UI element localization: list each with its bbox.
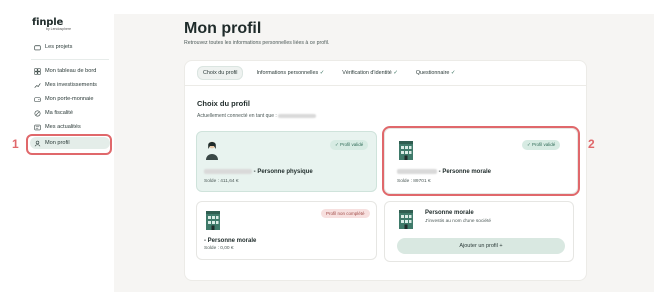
- sidebar-divider: [31, 59, 109, 60]
- sidebar-item-projets[interactable]: Les projets: [30, 41, 110, 53]
- tab-questionnaire[interactable]: Questionnaire ✓: [411, 67, 461, 79]
- page-title: Mon profil: [184, 20, 262, 37]
- add-profile-description: J'investis au nom d'une société: [425, 219, 492, 224]
- sidebar-item-label: Mon tableau de bord: [45, 68, 97, 74]
- building-icon: [204, 210, 222, 235]
- status-badge: Profil non complété: [321, 209, 370, 218]
- tab-label: Vérification d'identité: [342, 70, 392, 76]
- sidebar-item-tableau-de-bord[interactable]: Mon tableau de bord: [30, 65, 110, 77]
- annotation-number-1: 1: [12, 137, 19, 151]
- building-icon: [397, 209, 415, 234]
- add-profile-button[interactable]: Ajouter un profil +: [397, 238, 565, 254]
- logo-subtitle: by Lendosphere: [46, 27, 72, 31]
- profile-name: - Personne physique: [204, 169, 313, 175]
- person-avatar-icon: [204, 140, 220, 165]
- tab-label: Informations personnelles: [256, 70, 319, 76]
- sidebar-item-actualites[interactable]: Mes actualités: [30, 121, 110, 133]
- profile-name: - Personne morale: [204, 238, 257, 244]
- dashboard-icon: [34, 67, 41, 75]
- tabs-divider: [184, 85, 587, 86]
- sidebar-item-porte-monnaie[interactable]: Mon porte-monnaie: [30, 93, 110, 105]
- check-icon: ✓: [319, 70, 325, 76]
- connected-as-text: Actuellement connecté en tant que :: [197, 113, 317, 119]
- profile-balance: Solde : 411,64 €: [204, 179, 239, 184]
- annotation-callout-2: [382, 126, 580, 196]
- chart-icon: [34, 82, 41, 89]
- sidebar-item-label: Ma fiscalité: [45, 110, 73, 116]
- connected-label: Actuellement connecté en tant que :: [197, 113, 277, 119]
- check-icon: ✓: [393, 70, 398, 76]
- sidebar-item-label: Mes actualités: [45, 124, 81, 130]
- annotation-callout-1: [26, 134, 112, 155]
- redacted-name: [204, 169, 252, 174]
- sidebar-item-investissements[interactable]: Mes investissements: [30, 79, 110, 91]
- redacted-name: [278, 113, 317, 118]
- sidebar-item-label: Mes investissements: [45, 82, 97, 88]
- tab-choix-du-profil[interactable]: Choix du profil: [197, 66, 244, 80]
- tab-label: Questionnaire: [415, 70, 450, 76]
- add-profile-title: Personne morale: [425, 210, 474, 216]
- annotation-number-2: 2: [588, 137, 595, 151]
- sidebar-item-label: Les projets: [45, 44, 73, 50]
- wallet-icon: [34, 96, 41, 103]
- tab-verification-identite[interactable]: Vérification d'identité ✓: [337, 67, 403, 79]
- tab-informations-personnelles[interactable]: Informations personnelles ✓: [251, 67, 329, 79]
- section-title: Choix du profil: [197, 99, 250, 108]
- tax-icon: [34, 110, 41, 117]
- check-icon: ✓: [450, 70, 456, 76]
- news-icon: [34, 124, 41, 131]
- tab-label: Choix du profil: [203, 70, 238, 76]
- profile-tabs: Choix du profil Informations personnelle…: [197, 66, 460, 80]
- status-badge: ✓ Profil validé: [330, 140, 369, 150]
- profile-balance: Solde : 0,00 €: [204, 246, 234, 251]
- sidebar-item-label: Mon porte-monnaie: [45, 96, 94, 102]
- folder-icon: [34, 44, 41, 51]
- sidebar-item-fiscalite[interactable]: Ma fiscalité: [30, 107, 110, 119]
- page-subtitle: Retrouvez toutes les informations person…: [184, 40, 330, 46]
